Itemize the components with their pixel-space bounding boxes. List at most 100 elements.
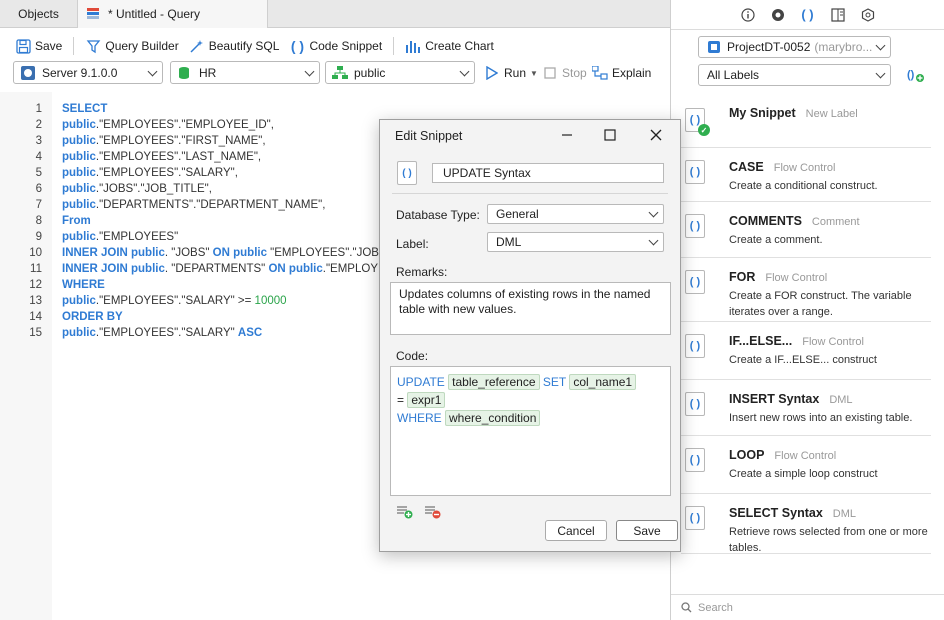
schema-icon — [332, 65, 348, 80]
snippet-item[interactable]: ( ) INSERT Syntax DML Insert new rows into … — [681, 380, 931, 436]
line-number: 6 — [35, 183, 42, 195]
snippet-name: FOR Flow Control — [729, 270, 827, 284]
close-button[interactable] — [649, 128, 663, 142]
sql-text: ."DEPARTMENTS"."DEPARTMENT_NAME", — [95, 199, 326, 211]
chevron-down-icon — [875, 40, 886, 51]
snippet-item[interactable]: ( ) ✓ My Snippet New Label — [681, 94, 931, 148]
snippet-search[interactable]: Search — [671, 594, 944, 620]
save-button[interactable]: Save — [10, 34, 67, 58]
snippet-label: DML — [829, 394, 853, 406]
schema-select[interactable]: public — [325, 61, 475, 84]
code-line: public."EMPLOYEES"."FIRST_NAME", — [62, 135, 266, 147]
code-line: From — [62, 215, 91, 227]
sql-keyword: public — [62, 231, 96, 243]
code-placeholder[interactable]: col_name1 — [569, 374, 637, 390]
line-number: 11 — [30, 263, 42, 275]
explain-button[interactable]: Explain — [587, 61, 656, 85]
sql-keyword: INNER JOIN public — [62, 247, 165, 259]
snippet-label: Flow Control — [774, 450, 837, 462]
snippet-braces-glyph: ( ) — [689, 340, 701, 352]
save-icon — [15, 38, 31, 54]
tab-query[interactable]: * Untitled - Query — [78, 0, 268, 28]
sql-text: ."EMPLOYEES"."EMPLOYEE_ID", — [95, 119, 274, 131]
code-line: public."EMPLOYEES"."LAST_NAME", — [62, 151, 261, 163]
remarks-label: Remarks: — [396, 265, 448, 279]
code-editor[interactable]: UPDATE table_reference SET col_name1 = e… — [390, 366, 671, 496]
label-select[interactable]: DML — [487, 232, 664, 252]
tab-bar: Objects * Untitled - Query — [0, 0, 670, 28]
search-placeholder: Search — [698, 601, 733, 614]
snippet-item[interactable]: ( ) COMMENTS Comment Create a comment. — [681, 202, 931, 258]
snippet-file-icon: ( ) ✓ — [685, 108, 710, 136]
search-icon — [681, 602, 692, 613]
remove-placeholder-icon[interactable] — [424, 504, 442, 520]
toolbar-divider — [73, 37, 75, 55]
server-select[interactable]: Server 9.1.0.0 — [13, 61, 163, 84]
snippet-item[interactable]: ( ) FOR Flow Control Create a FOR construct… — [681, 258, 931, 322]
snippet-item[interactable]: ( ) CASE Flow Control Create a conditional … — [681, 148, 931, 202]
label-label: Label: — [396, 237, 429, 251]
labels-value: All Labels — [707, 68, 760, 82]
sql-text: . "DEPARTMENTS" — [164, 263, 269, 275]
code-placeholder[interactable]: table_reference — [448, 374, 540, 390]
snippet-list: ( ) ✓ My Snippet New Label( ) CASE Flow Contr… — [681, 94, 931, 554]
code-line: public."EMPLOYEES"."SALARY", — [62, 167, 238, 179]
snippet-name-text: INSERT Syntax — [729, 392, 820, 406]
code-snippet-button[interactable]: ( ) Code Snippet — [284, 34, 387, 58]
line-number: 7 — [35, 199, 42, 211]
add-placeholder-icon[interactable] — [396, 504, 414, 520]
sql-text: ."EMPLOYEES"."SALARY" — [95, 327, 238, 339]
database-select[interactable]: HR — [170, 61, 320, 84]
code-placeholder[interactable]: expr1 — [407, 392, 446, 408]
tab-objects-label: Objects — [18, 7, 59, 21]
book-icon[interactable] — [830, 7, 846, 23]
database-type-label: Database Type: — [396, 208, 480, 222]
code-snippet-panel-icon[interactable]: ( ) — [800, 7, 816, 23]
snippet-label: Comment — [811, 216, 860, 228]
dialog-title: Edit Snippet — [395, 128, 463, 143]
query-builder-button[interactable]: Query Builder — [80, 34, 183, 58]
snippet-description: Create a conditional construct. — [729, 180, 878, 192]
beautify-sql-button[interactable]: Beautify SQL — [184, 34, 285, 58]
minimize-button[interactable] — [560, 128, 574, 142]
snippet-name: SELECT Syntax DML — [729, 506, 856, 520]
snippet-item[interactable]: ( ) SELECT Syntax DML Retrieve rows selecte… — [681, 494, 931, 554]
info-icon[interactable] — [740, 7, 756, 23]
code-line: public."EMPLOYEES" — [62, 231, 178, 243]
sql-keyword: ON public — [212, 247, 267, 259]
check-icon: ✓ — [698, 124, 710, 136]
snippet-braces-glyph: ( ) — [689, 114, 701, 126]
add-snippet-icon[interactable]: () — [907, 67, 925, 83]
query-builder-label: Query Builder — [105, 39, 179, 53]
maximize-button[interactable] — [603, 128, 617, 142]
snippet-item[interactable]: ( ) LOOP Flow Control Create a simple loop … — [681, 436, 931, 494]
create-chart-button[interactable]: Create Chart — [400, 34, 499, 58]
line-number: 3 — [35, 135, 42, 147]
chevron-down-icon — [648, 207, 659, 218]
snippet-file-icon: ( ) — [685, 334, 705, 358]
project-select[interactable]: ProjectDT-0052 (marybro... — [698, 36, 891, 58]
hexagon-icon[interactable] — [860, 7, 876, 23]
snippet-file-icon: ( ) — [685, 392, 705, 416]
preview-eye-icon[interactable] — [770, 7, 786, 23]
run-button[interactable]: Run ▼ — [479, 61, 543, 85]
tab-objects[interactable]: Objects — [0, 0, 78, 28]
run-label: Run — [504, 66, 527, 80]
cancel-button[interactable]: Cancel — [545, 520, 607, 541]
sql-keyword: public — [62, 167, 96, 179]
code-snippet-icon: ( ) — [290, 38, 305, 54]
dialog-save-button[interactable]: Save — [616, 520, 678, 541]
code-line: SELECT — [62, 103, 107, 115]
database-type-select[interactable]: General — [487, 204, 664, 224]
code-placeholder[interactable]: where_condition — [445, 410, 541, 426]
snippet-file-icon: ( ) — [685, 270, 705, 294]
snippet-item[interactable]: ( ) IF...ELSE... Flow Control Create a IF..… — [681, 322, 931, 380]
stop-button[interactable]: Stop — [537, 61, 592, 85]
labels-select[interactable]: All Labels — [698, 64, 891, 86]
remarks-textarea[interactable]: Updates columns of existing rows in the … — [390, 282, 671, 335]
snippet-name-input[interactable]: UPDATE Syntax — [432, 163, 664, 183]
query-icon — [86, 7, 102, 21]
snippet-name: INSERT Syntax DML — [729, 392, 853, 406]
chevron-down-icon — [459, 66, 470, 77]
panel-toolbar: ( ) — [671, 0, 944, 30]
